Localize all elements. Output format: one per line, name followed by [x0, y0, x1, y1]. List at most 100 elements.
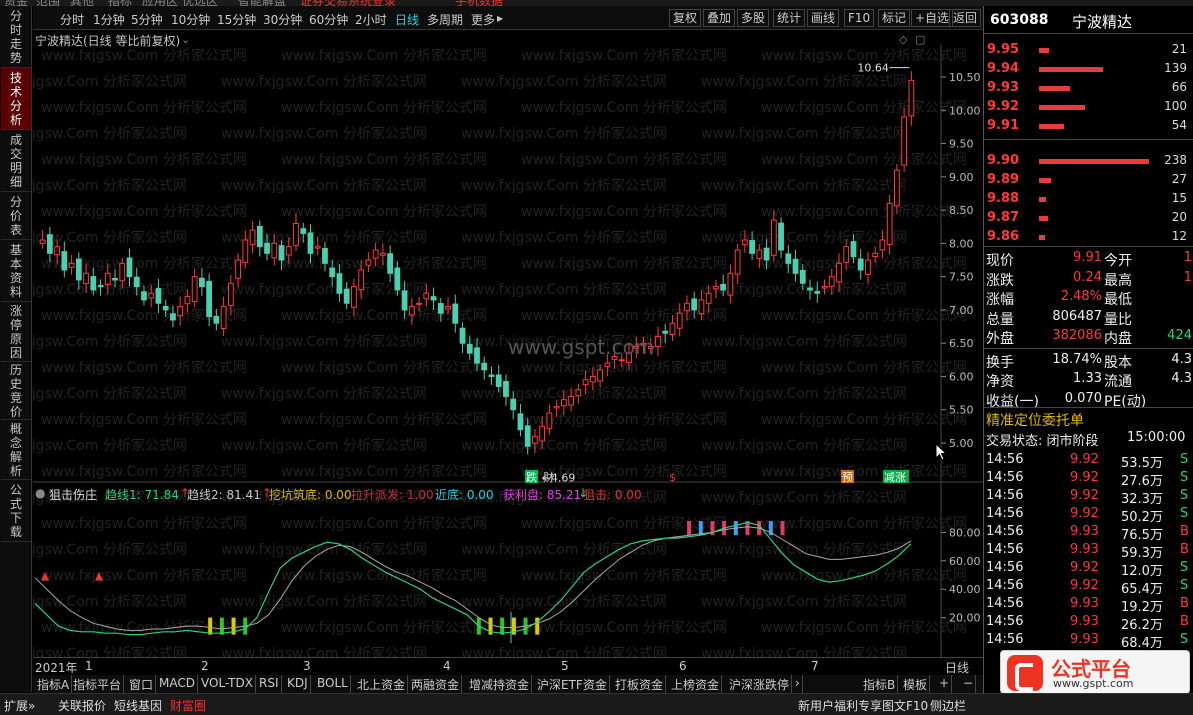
- chevron-right-icon[interactable]: ›: [793, 675, 803, 693]
- status-item[interactable]: 财富圈: [170, 697, 206, 714]
- sidebar-tab[interactable]: 历史竞价: [1, 362, 31, 420]
- bid-row[interactable]: 9.90 238: [984, 153, 1193, 172]
- watermark-text: www.fxjgsw.Com 分析家公式网: [521, 47, 727, 64]
- status-item[interactable]: 扩展»: [4, 697, 35, 714]
- toolbar-action-button[interactable]: 多股: [737, 9, 770, 27]
- quote-label: 最低: [1104, 292, 1132, 308]
- tick-row[interactable]: 14:56 9.92 32.3万 S: [984, 488, 1193, 507]
- tick-row[interactable]: 14:56 9.92 27.6万 S: [984, 470, 1193, 489]
- ask-row[interactable]: 9.91 54: [984, 118, 1193, 137]
- candle-body: [97, 284, 104, 288]
- status-item[interactable]: 关联报价: [58, 697, 106, 714]
- bid-row[interactable]: 9.89 27: [984, 172, 1193, 191]
- tick-direction: S: [1180, 632, 1189, 647]
- tick-row[interactable]: 14:56 9.92 12.0万 S: [984, 560, 1193, 579]
- period-button[interactable]: 更多: [471, 11, 495, 28]
- tick-row[interactable]: 14:56 9.93 59.3万 B: [984, 542, 1193, 561]
- tick-row[interactable]: 14:56 9.93 26.2万 B: [984, 614, 1193, 633]
- month-label: 1: [85, 659, 93, 673]
- indicator-tab[interactable]: 指标平台: [71, 675, 125, 693]
- sidebar-tab[interactable]: 涨停原因: [1, 302, 31, 362]
- indicator-tab[interactable]: 上榜资金: [669, 675, 723, 693]
- sidebar-tab[interactable]: 公式下载: [1, 480, 31, 542]
- sidebar-tab[interactable]: 基本资料: [1, 240, 31, 302]
- period-button[interactable]: 15分钟: [217, 11, 256, 28]
- indicator-tab[interactable]: 沪深ETF资金: [535, 675, 610, 693]
- tick-row[interactable]: 14:56 9.93 76.5万 B: [984, 524, 1193, 543]
- plus-icon[interactable]: +: [937, 675, 953, 693]
- section-title: 精准定位委托单: [986, 413, 1084, 429]
- indicator-tab[interactable]: MACD: [157, 675, 198, 693]
- period-button[interactable]: 多周期: [427, 11, 463, 28]
- candle-body: [821, 286, 828, 289]
- period-button[interactable]: 5分钟: [131, 11, 163, 28]
- quote-row: 现价 9.91 今开 1: [984, 250, 1193, 269]
- period-button[interactable]: 1分钟: [93, 11, 125, 28]
- sidebar-tab[interactable]: 分价表: [1, 192, 31, 240]
- bid-row[interactable]: 9.87 20: [984, 210, 1193, 229]
- candle-body: [604, 362, 611, 368]
- diamond-icon[interactable]: ◇: [899, 33, 908, 46]
- status-item[interactable]: 侧边栏: [930, 697, 966, 714]
- tick-row[interactable]: 14:56 9.92 53.5万 S: [984, 452, 1193, 471]
- tick-row[interactable]: 14:56 9.92 65.4万 S: [984, 578, 1193, 597]
- toolbar-action-button[interactable]: 叠加: [703, 9, 736, 27]
- order-volume-bar: [1039, 86, 1070, 91]
- ask-row[interactable]: 9.95 21: [984, 42, 1193, 61]
- sidebar-tab[interactable]: 技术分析: [1, 68, 31, 130]
- candle-body: [575, 389, 582, 397]
- period-button[interactable]: 2小时: [355, 11, 387, 28]
- sidebar-tab[interactable]: 成交明细: [1, 130, 31, 192]
- ask-row[interactable]: 9.94 139: [984, 61, 1193, 80]
- bid-row[interactable]: 9.88 15: [984, 191, 1193, 210]
- indicator-tab[interactable]: KDJ: [285, 675, 311, 693]
- indicator-tab[interactable]: 模板: [901, 675, 931, 693]
- chevron-down-icon[interactable]: ▸: [497, 11, 503, 25]
- status-item[interactable]: 新用户福利专享: [798, 697, 882, 714]
- period-button[interactable]: 30分钟: [263, 11, 302, 28]
- chart-area[interactable]: 宁波精达(日线 等比前复权) www.fxjgsw.Com 分析家公式网 www.…: [33, 30, 983, 660]
- watermark-text: www.fxjgsw.Com 分析家公式网: [461, 73, 667, 90]
- period-button[interactable]: 60分钟: [309, 11, 348, 28]
- indicator-tab[interactable]: 窗口: [127, 675, 157, 693]
- sidebar-tab[interactable]: 概念解析: [1, 420, 31, 480]
- tick-price: 9.92: [1070, 506, 1099, 521]
- period-button[interactable]: 10分钟: [171, 11, 210, 28]
- candle-body: [307, 232, 314, 254]
- indicator-tab[interactable]: 打板资金: [613, 675, 667, 693]
- tick-row[interactable]: 14:56 9.92 50.2万 S: [984, 506, 1193, 525]
- toolbar-action-button[interactable]: 复权: [669, 9, 702, 27]
- candle-body: [148, 292, 155, 299]
- minus-icon[interactable]: −: [961, 675, 977, 693]
- ask-row[interactable]: 9.93 66: [984, 80, 1193, 99]
- indicator-tab[interactable]: VOL-TDX: [199, 675, 256, 693]
- candle-body: [539, 425, 546, 442]
- indicator-tab[interactable]: BOLL: [315, 675, 351, 693]
- collapse-icon[interactable]: ●: [35, 486, 45, 500]
- status-item[interactable]: 短线基因: [114, 697, 162, 714]
- toolbar-action-button[interactable]: 标记: [878, 9, 911, 27]
- toolbar-action-button[interactable]: F10: [844, 9, 875, 27]
- window-icon[interactable]: ▢: [915, 33, 925, 46]
- order-volume: 238: [1164, 153, 1187, 167]
- status-item[interactable]: 图文F10: [882, 697, 928, 714]
- tick-row[interactable]: 14:56 9.93 19.2万 B: [984, 596, 1193, 615]
- indicator-tab[interactable]: 指标B: [861, 675, 899, 693]
- chevron-down-icon[interactable]: ⌄: [181, 33, 190, 46]
- toolbar-action-button[interactable]: 返回: [949, 9, 982, 27]
- indicator-tab[interactable]: RSI: [257, 675, 282, 693]
- indicator-tab[interactable]: 两融资金: [409, 675, 463, 693]
- period-button[interactable]: 分时: [60, 11, 84, 28]
- candle-body: [126, 257, 133, 278]
- indicator-tab[interactable]: 沪深涨跌停: [727, 675, 793, 693]
- period-button[interactable]: 日线: [395, 11, 419, 28]
- toolbar-action-button[interactable]: 画线: [807, 9, 840, 27]
- indicator-tab[interactable]: 北上资金: [355, 675, 409, 693]
- toolbar-action-button[interactable]: 统计: [773, 9, 806, 27]
- indicator-tab[interactable]: 指标A: [35, 675, 73, 693]
- indicator-tab[interactable]: 增减持资金: [467, 675, 533, 693]
- tick-row[interactable]: 14:56 9.93 68.4万 S: [984, 632, 1193, 651]
- sidebar-tab[interactable]: 分时走势: [1, 6, 31, 68]
- ask-row[interactable]: 9.92 100: [984, 99, 1193, 118]
- toolbar-action-button[interactable]: +自选: [911, 9, 954, 27]
